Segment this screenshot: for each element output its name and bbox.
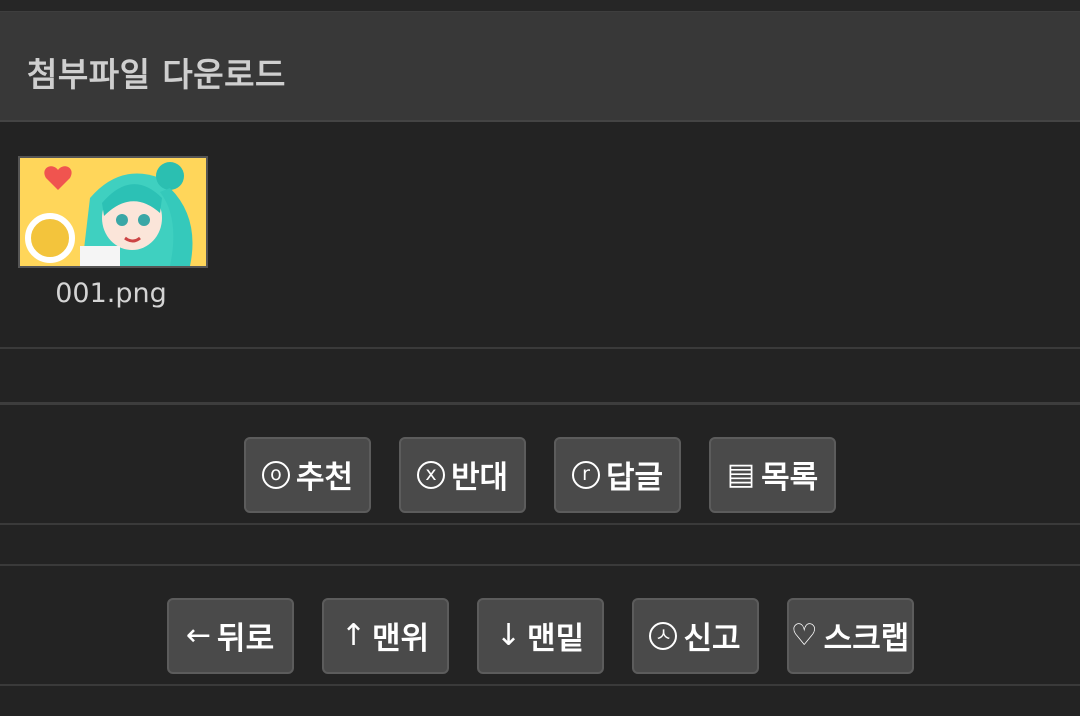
attachments-header: 첨부파일 다운로드: [0, 12, 1080, 122]
reply-button[interactable]: r 답글: [554, 436, 681, 513]
attachment-thumbnail[interactable]: [18, 156, 208, 268]
arrow-left-icon: ←: [185, 617, 212, 653]
scrap-label: 스크랩: [823, 621, 910, 657]
oppose-label: 반대: [450, 460, 509, 496]
report-label: 신고: [683, 621, 741, 657]
anime-girl-thumbnail-image: [20, 158, 206, 266]
recommend-button[interactable]: o 추천: [244, 436, 371, 513]
back-label: 뒤로: [217, 621, 275, 657]
recommend-label: 추천: [295, 460, 354, 496]
top-strip: [0, 0, 1080, 12]
scroll-bottom-label: 맨밑: [527, 621, 585, 657]
circle-x-icon: x: [416, 460, 445, 489]
scroll-top-button[interactable]: ↑ 맨위: [321, 597, 449, 674]
circle-r-icon: r: [571, 460, 600, 489]
list-icon: ▤: [726, 456, 756, 492]
heart-icon: ♡: [790, 617, 818, 653]
attachment-list: 001.png: [0, 122, 1080, 349]
back-button[interactable]: ← 뒤로: [166, 597, 294, 674]
oppose-button[interactable]: x 반대: [399, 436, 526, 513]
scrap-button[interactable]: ♡ 스크랩: [786, 597, 914, 674]
attachment-file-name[interactable]: 001.png: [18, 278, 204, 309]
divider: [0, 525, 1080, 566]
arrow-up-icon: ↑: [340, 617, 367, 653]
report-button[interactable]: ㅅ 신고: [631, 597, 759, 674]
circle-siot-icon: ㅅ: [649, 621, 678, 650]
scroll-top-label: 맨위: [372, 621, 430, 657]
arrow-down-icon: ↓: [495, 617, 522, 653]
action-bar-secondary: ← 뒤로 ↑ 맨위 ↓ 맨밑 ㅅ 신고 ♡ 스크랩: [0, 566, 1080, 686]
page-title: 첨부파일 다운로드: [27, 55, 286, 94]
divider: [0, 349, 1080, 405]
reply-label: 답글: [605, 460, 664, 496]
action-bar-primary: o 추천 x 반대 r 답글 ▤ 목록: [0, 405, 1080, 525]
list-label: 목록: [761, 460, 819, 496]
list-button[interactable]: ▤ 목록: [709, 436, 836, 513]
circle-o-icon: o: [261, 460, 290, 489]
scroll-bottom-button[interactable]: ↓ 맨밑: [476, 597, 604, 674]
